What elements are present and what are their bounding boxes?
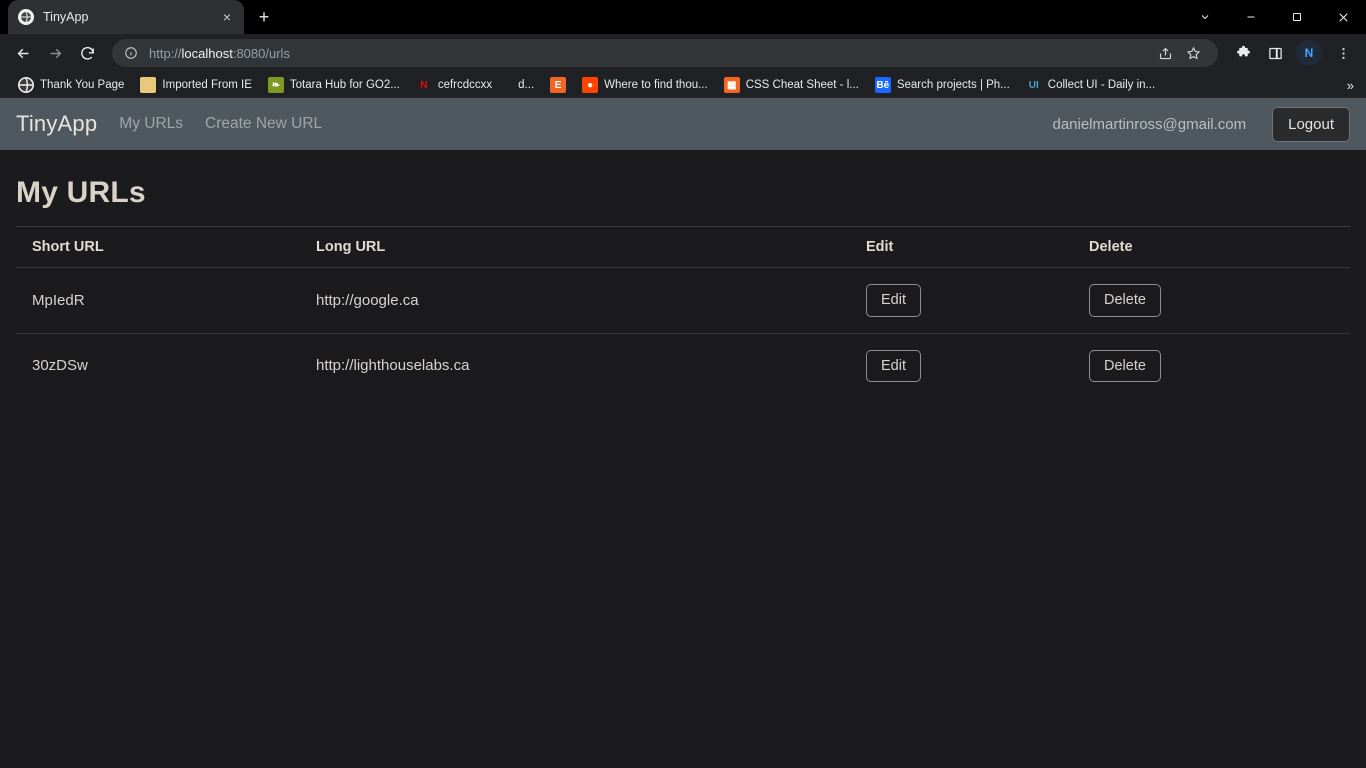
url-scheme: http://	[149, 45, 182, 61]
three-dot-menu-icon[interactable]	[1328, 38, 1358, 68]
cell-delete: Delete	[1089, 267, 1350, 333]
title-bar: TinyApp × +	[0, 0, 1366, 34]
globe-icon	[18, 77, 34, 93]
bookmark-item[interactable]: E	[542, 74, 574, 96]
nav-link-my-urls[interactable]: My URLs	[119, 115, 183, 133]
side-panel-icon[interactable]	[1260, 38, 1290, 68]
urls-table-body: MpIedR http://google.ca Edit Delete 30zDSw ht…	[16, 267, 1350, 398]
bookmark-label: Where to find thou...	[604, 79, 708, 91]
bookmark-item[interactable]: Bē Search projects | Ph...	[867, 74, 1018, 96]
page-viewport: TinyApp My URLs Create New URL danielmar…	[0, 98, 1366, 768]
globe-icon	[18, 9, 34, 25]
info-circle-icon[interactable]	[124, 46, 140, 60]
totara-icon: ❧	[267, 77, 284, 93]
logout-button[interactable]: Logout	[1272, 106, 1350, 142]
address-bar-actions	[1152, 40, 1206, 66]
maximize-icon[interactable]	[1274, 0, 1320, 34]
toolbar-right-actions: N	[1228, 38, 1358, 68]
bookmark-item[interactable]: Imported From IE	[132, 74, 259, 96]
urls-table: Short URL Long URL Edit Delete MpIedR htt…	[16, 226, 1350, 398]
page-title: My URLs	[16, 176, 146, 209]
address-bar-text: http://localhost:8080/urls	[149, 46, 290, 61]
css-tricks-icon: ▦	[723, 77, 740, 93]
bookmark-item[interactable]: ● Where to find thou...	[574, 74, 716, 96]
puzzle-icon[interactable]	[1228, 38, 1258, 68]
forward-arrow-icon[interactable]	[40, 38, 70, 68]
cell-delete: Delete	[1089, 332, 1350, 398]
address-bar[interactable]: http://localhost:8080/urls	[112, 39, 1218, 67]
bookmarks-bar: Thank You Page Imported From IE ❧ Totara Hu…	[0, 72, 1366, 98]
reddit-icon: ●	[582, 77, 599, 93]
bookmark-item[interactable]: Thank You Page	[10, 74, 132, 96]
table-row: MpIedR http://google.ca Edit Delete	[16, 267, 1350, 333]
close-window-icon[interactable]	[1320, 0, 1366, 34]
bookmark-label: Imported From IE	[162, 79, 252, 91]
minimize-icon[interactable]	[1228, 0, 1274, 34]
table-row: 30zDSw http://lighthouselabs.ca Edit Delete	[16, 332, 1350, 398]
page-content: My URLs Short URL Long URL Edit Delete M…	[0, 150, 1366, 398]
bookmark-label: CSS Cheat Sheet - l...	[745, 79, 859, 91]
bookmark-label: Thank You Page	[40, 79, 125, 91]
urls-table-head: Short URL Long URL Edit Delete	[16, 226, 1350, 268]
share-icon[interactable]	[1152, 40, 1178, 66]
reload-icon[interactable]	[72, 38, 102, 68]
edit-button[interactable]: Edit	[866, 284, 921, 317]
column-header-long-url: Long URL	[316, 226, 866, 268]
bookmark-item[interactable]: ❧ Totara Hub for GO2...	[260, 74, 408, 96]
bookmark-item[interactable]: UI Collect UI - Daily in...	[1018, 74, 1163, 96]
tab-search-chevron-icon[interactable]	[1182, 0, 1228, 34]
e-icon: E	[550, 77, 567, 93]
app-brand[interactable]: TinyApp	[16, 111, 97, 137]
collectui-icon: UI	[1028, 79, 1039, 91]
bookmark-label: Search projects | Ph...	[896, 79, 1010, 91]
cell-short-url: MpIedR	[16, 267, 316, 333]
app-navbar: TinyApp My URLs Create New URL danielmar…	[0, 98, 1366, 150]
url-path: :8080/urls	[232, 45, 290, 61]
back-arrow-icon[interactable]	[8, 38, 38, 68]
app-nav-right: danielmartinross@gmail.com Logout	[1052, 106, 1350, 142]
close-icon[interactable]: ×	[220, 8, 234, 26]
behance-icon: Bē	[874, 77, 891, 93]
cell-long-url: http://lighthouselabs.ca	[316, 332, 866, 398]
nav-link-create-new-url[interactable]: Create New URL	[205, 115, 322, 133]
app-nav-links: My URLs Create New URL	[119, 115, 322, 133]
bookmark-label: Collect UI - Daily in...	[1047, 79, 1156, 91]
star-icon[interactable]	[1180, 40, 1206, 66]
table-header-row: Short URL Long URL Edit Delete	[16, 226, 1350, 268]
browser-tab[interactable]: TinyApp ×	[8, 0, 244, 34]
browser-window: TinyApp × + http://localhost:8080/urls N…	[0, 0, 1366, 768]
bookmark-item[interactable]: ▦ CSS Cheat Sheet - l...	[716, 74, 867, 96]
tab-title: TinyApp	[43, 10, 89, 24]
window-controls	[1182, 0, 1366, 34]
delete-button[interactable]: Delete	[1089, 349, 1161, 382]
netflix-icon: N	[420, 79, 428, 91]
new-tab-button[interactable]: +	[250, 3, 278, 31]
profile-avatar[interactable]: N	[1296, 40, 1322, 66]
cell-short-url: 30zDSw	[16, 332, 316, 398]
folder-icon	[140, 77, 157, 93]
cell-edit: Edit	[866, 267, 1089, 333]
bookmark-label: d...	[518, 79, 535, 91]
url-host: localhost	[181, 45, 233, 61]
blank-icon	[508, 77, 512, 93]
bookmark-label: Totara Hub for GO2...	[289, 79, 400, 91]
column-header-delete: Delete	[1089, 226, 1350, 268]
bookmarks-overflow-icon[interactable]: »	[1341, 78, 1360, 93]
bookmark-item[interactable]: Ncefrcdccxx	[408, 74, 500, 96]
bookmark-label: cefrcdccxx	[437, 79, 493, 91]
delete-button[interactable]: Delete	[1089, 284, 1161, 317]
cell-edit: Edit	[866, 332, 1089, 398]
column-header-edit: Edit	[866, 226, 1089, 268]
bookmark-item[interactable]: d...	[500, 74, 542, 96]
cell-long-url: http://google.ca	[316, 267, 866, 333]
user-email: danielmartinross@gmail.com	[1052, 115, 1247, 133]
browser-toolbar: http://localhost:8080/urls N	[0, 34, 1366, 72]
edit-button[interactable]: Edit	[866, 349, 921, 382]
column-header-short-url: Short URL	[16, 226, 316, 268]
